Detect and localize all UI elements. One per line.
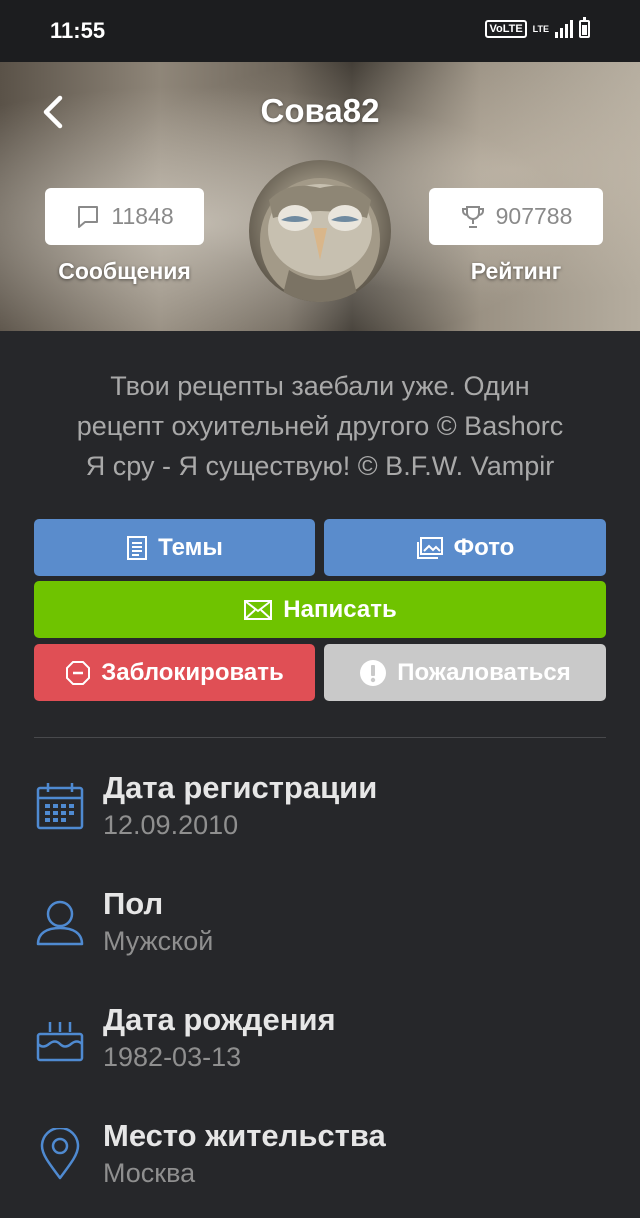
trophy-icon <box>461 205 484 228</box>
info-item-location: Место жительства Москва <box>34 1118 606 1218</box>
info-value: 1982-03-13 <box>103 1042 242 1072</box>
lte-icon: LTE <box>532 23 549 34</box>
info-title: Дата рождения <box>103 1002 336 1037</box>
messages-stat-button[interactable]: 11848 <box>45 188 204 245</box>
image-icon <box>416 536 443 559</box>
block-octagon-icon <box>66 660 91 685</box>
report-button[interactable]: Пожаловаться <box>324 644 606 701</box>
block-button-label: Заблокировать <box>101 658 284 686</box>
cake-icon <box>36 1022 84 1062</box>
status-icons: VoLTE LTE <box>485 17 590 38</box>
owl-avatar-image <box>260 178 380 302</box>
write-message-button[interactable]: Написать <box>34 581 606 638</box>
info-value: Москва <box>103 1158 196 1188</box>
messages-label: Сообщения <box>58 258 191 284</box>
info-title: Место жительства <box>103 1118 386 1153</box>
write-button-label: Написать <box>283 595 397 623</box>
location-pin-icon <box>40 1128 80 1180</box>
envelope-icon <box>244 599 273 620</box>
info-value: 12.09.2010 <box>103 810 239 840</box>
info-title: Дата регистрации <box>103 770 378 805</box>
topics-button-label: Темы <box>158 533 223 561</box>
topics-button[interactable]: Темы <box>34 519 315 576</box>
profile-signature: Твои рецепты заебали уже. Один рецепт ох… <box>40 366 600 486</box>
profile-header: Сова82 11848 Сообщения 907788 Рейтинг <box>0 62 640 331</box>
volte-icon: VoLTE <box>485 20 527 38</box>
signature-line: Твои рецепты заебали уже. Один <box>110 371 530 401</box>
rating-stat-button[interactable]: 907788 <box>429 188 603 245</box>
info-title: Пол <box>103 886 164 921</box>
rating-value: 907788 <box>495 203 573 229</box>
exclamation-circle-icon <box>360 659 387 686</box>
photo-button[interactable]: Фото <box>324 519 606 576</box>
signal-icon <box>555 20 573 38</box>
photo-button-label: Фото <box>453 533 515 561</box>
status-bar: 11:55 VoLTE LTE <box>0 0 640 62</box>
report-button-label: Пожаловаться <box>397 658 571 686</box>
document-icon <box>127 535 148 560</box>
person-icon <box>36 900 84 946</box>
status-time: 11:55 <box>50 18 106 43</box>
chat-bubble-icon <box>78 205 99 228</box>
info-item-registration-date: Дата регистрации 12.09.2010 <box>34 770 606 870</box>
info-item-gender: Пол Мужской <box>34 886 606 986</box>
battery-icon <box>579 17 590 38</box>
calendar-icon <box>36 783 84 830</box>
info-item-birth-date: Дата рождения 1982-03-13 <box>34 1002 606 1102</box>
block-button[interactable]: Заблокировать <box>34 644 315 701</box>
messages-count: 11848 <box>111 203 174 229</box>
signature-line: Я сру - Я существую! © B.F.W. Vampir <box>85 451 555 481</box>
profile-username: Сова82 <box>260 92 380 129</box>
info-value: Мужской <box>103 926 214 956</box>
signature-line: рецепт охуительней другого © Bashorc <box>76 411 564 441</box>
avatar[interactable] <box>249 160 391 302</box>
rating-label: Рейтинг <box>470 258 562 284</box>
section-divider <box>34 737 606 738</box>
